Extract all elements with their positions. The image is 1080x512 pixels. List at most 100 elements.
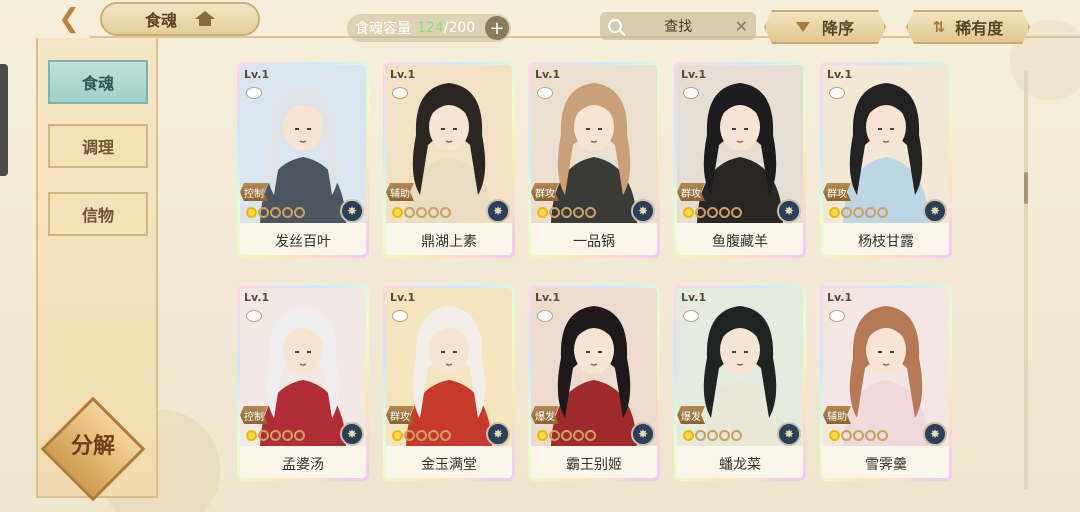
element-icon: ✸ — [340, 199, 364, 223]
sort-down-icon — [796, 22, 810, 32]
page-title-tab: 食魂 — [100, 2, 260, 36]
level-label: Lv.1 — [535, 291, 561, 304]
star-rating — [683, 207, 742, 218]
tab-label: 调理 — [81, 138, 114, 157]
star-icon — [282, 207, 293, 218]
role-badge: 辅助 — [823, 406, 851, 424]
star-icon — [853, 430, 864, 441]
star-icon — [683, 430, 694, 441]
star-icon — [404, 207, 415, 218]
food-soul-card[interactable]: Lv.1 爆发 ✸ 霸王别姬 — [528, 285, 660, 481]
star-icon — [695, 207, 706, 218]
card-body: Lv.1 群攻 ✸ 鱼腹藏羊 — [677, 65, 803, 255]
food-soul-card[interactable]: Lv.1 辅助 ✸ 雪霁羹 — [820, 285, 952, 481]
home-icon[interactable] — [195, 11, 215, 27]
egg-icon — [392, 87, 408, 99]
star-rating — [246, 207, 305, 218]
star-icon — [573, 430, 584, 441]
card-body: Lv.1 控制 ✸ 发丝百叶 — [240, 65, 366, 255]
star-icon — [865, 430, 876, 441]
scrollbar-track[interactable] — [1024, 70, 1028, 490]
tab-token[interactable]: 信物 — [48, 192, 148, 236]
star-icon — [731, 430, 742, 441]
expand-capacity-button[interactable]: + — [485, 16, 509, 40]
star-rating — [537, 207, 596, 218]
element-icon: ✸ — [631, 422, 655, 446]
element-icon: ✸ — [631, 199, 655, 223]
tab-food-soul[interactable]: 食魂 — [48, 60, 148, 104]
level-label: Lv.1 — [681, 291, 707, 304]
food-soul-name: 蟠龙菜 — [719, 457, 761, 473]
sort-arrows-icon: ⇅ — [932, 18, 944, 36]
level-label: Lv.1 — [390, 68, 416, 81]
star-icon — [537, 207, 548, 218]
side-drawer-handle[interactable] — [0, 64, 8, 176]
star-icon — [246, 207, 257, 218]
card-body: Lv.1 群攻 ✸ 金玉满堂 — [386, 288, 512, 478]
card-body: Lv.1 辅助 ✸ 鼎湖上素 — [386, 65, 512, 255]
role-badge: 爆发 — [677, 406, 705, 424]
element-icon: ✸ — [777, 422, 801, 446]
star-icon — [695, 430, 706, 441]
food-soul-card[interactable]: Lv.1 控制 ✸ 发丝百叶 — [237, 62, 369, 258]
star-icon — [561, 207, 572, 218]
search-input[interactable]: 查找 ✕ — [600, 12, 756, 40]
role-badge: 群攻 — [531, 183, 559, 201]
star-icon — [841, 430, 852, 441]
star-icon — [537, 430, 548, 441]
level-label: Lv.1 — [681, 68, 707, 81]
star-icon — [877, 430, 888, 441]
scrollbar-thumb[interactable] — [1024, 172, 1028, 204]
level-label: Lv.1 — [827, 68, 853, 81]
tab-seasoning[interactable]: 调理 — [48, 124, 148, 168]
star-icon — [829, 430, 840, 441]
tab-label: 信物 — [81, 206, 114, 225]
star-icon — [707, 430, 718, 441]
star-rating — [246, 430, 305, 441]
star-icon — [549, 207, 560, 218]
sort-rarity-button[interactable]: ⇅ 稀有度 — [906, 10, 1030, 44]
role-badge: 爆发 — [531, 406, 559, 424]
sort-order-button[interactable]: 降序 — [764, 10, 886, 44]
level-label: Lv.1 — [827, 291, 853, 304]
star-icon — [428, 207, 439, 218]
level-label: Lv.1 — [535, 68, 561, 81]
food-soul-card[interactable]: Lv.1 控制 ✸ 孟婆汤 — [237, 285, 369, 481]
level-label: Lv.1 — [390, 291, 416, 304]
star-icon — [270, 207, 281, 218]
capacity-total: /200 — [443, 20, 476, 36]
food-soul-card[interactable]: Lv.1 群攻 ✸ 一品锅 — [528, 62, 660, 258]
star-icon — [392, 430, 403, 441]
capacity-label: 食魂容量 — [355, 21, 411, 37]
role-badge: 辅助 — [386, 183, 414, 201]
star-icon — [585, 430, 596, 441]
food-soul-card[interactable]: Lv.1 群攻 ✸ 金玉满堂 — [383, 285, 515, 481]
food-soul-card[interactable]: Lv.1 群攻 ✸ 鱼腹藏羊 — [674, 62, 806, 258]
role-badge: 群攻 — [386, 406, 414, 424]
card-body: Lv.1 群攻 ✸ 一品锅 — [531, 65, 657, 255]
star-icon — [258, 430, 269, 441]
clear-search-icon[interactable]: ✕ — [735, 17, 748, 36]
back-arrow-icon[interactable]: ❮ — [48, 2, 90, 36]
element-icon: ✸ — [777, 199, 801, 223]
egg-icon — [829, 87, 845, 99]
star-icon — [416, 207, 427, 218]
star-icon — [549, 430, 560, 441]
food-soul-name: 一品锅 — [573, 234, 615, 250]
egg-icon — [683, 87, 699, 99]
star-icon — [719, 430, 730, 441]
food-soul-name: 发丝百叶 — [275, 234, 331, 250]
egg-icon — [246, 87, 262, 99]
egg-icon — [829, 310, 845, 322]
food-soul-name: 鱼腹藏羊 — [712, 234, 768, 250]
food-soul-card[interactable]: Lv.1 爆发 ✸ 蟠龙菜 — [674, 285, 806, 481]
star-rating — [829, 430, 888, 441]
food-soul-card[interactable]: Lv.1 辅助 ✸ 鼎湖上素 — [383, 62, 515, 258]
food-soul-card[interactable]: Lv.1 群攻 ✸ 杨枝甘露 — [820, 62, 952, 258]
star-icon — [440, 207, 451, 218]
star-icon — [404, 430, 415, 441]
food-soul-name: 雪霁羹 — [865, 457, 907, 473]
food-soul-name: 金玉满堂 — [421, 457, 477, 473]
star-icon — [731, 207, 742, 218]
star-icon — [270, 430, 281, 441]
